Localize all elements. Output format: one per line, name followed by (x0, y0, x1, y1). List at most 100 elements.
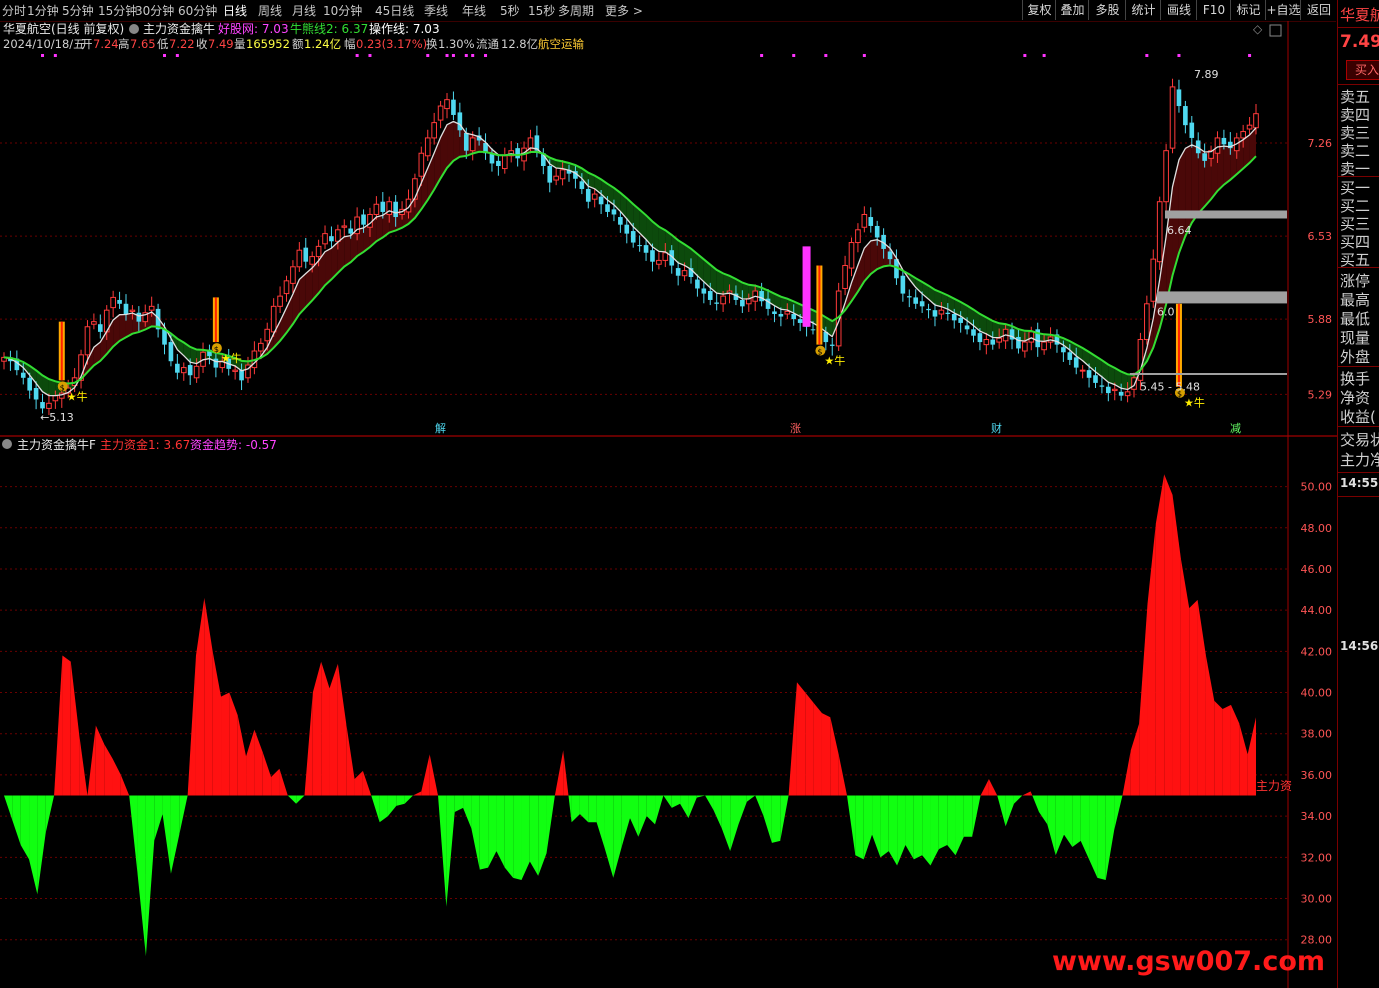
flow-segment (112, 758, 121, 796)
flow-segment (755, 795, 764, 817)
candle-body (424, 137, 431, 157)
candle-body (175, 363, 180, 373)
level-a-label: 6.64 (1167, 224, 1192, 237)
sub-tick: 32.00 (1301, 851, 1333, 864)
flow-segment (1222, 704, 1231, 796)
bull-signal-label: ★牛 (1184, 396, 1205, 410)
flow-segment (771, 795, 781, 843)
czx-label: 操作线: 7.03 (369, 21, 440, 36)
flow-segment (738, 795, 747, 825)
signal-dot (175, 54, 179, 57)
flow-segment (630, 795, 639, 837)
candle-body (329, 236, 334, 242)
flow-segment (763, 795, 772, 843)
flow-segment (1197, 599, 1206, 796)
flow-segment (663, 795, 672, 808)
flow-segment (1097, 795, 1106, 880)
signal-dot (445, 54, 449, 57)
flow-segment (438, 795, 447, 907)
flow-segment (938, 795, 948, 850)
flow-segment (655, 795, 664, 825)
ohlc-amt: 1.24亿 (304, 37, 341, 51)
flow-segment (70, 661, 80, 796)
buy-button[interactable]: 买入 (1346, 60, 1379, 80)
candle-body (180, 367, 187, 374)
candle-body (527, 137, 534, 149)
candle-body (258, 342, 264, 352)
candle-body (232, 369, 238, 372)
sub-settings-icon[interactable] (2, 439, 12, 449)
event-marker: 减 (1230, 422, 1241, 435)
candle-body (983, 339, 990, 346)
ribbon-segment (1223, 146, 1231, 185)
candle-body (1253, 113, 1259, 129)
candle-body (1086, 370, 1092, 378)
candle-body (1214, 137, 1221, 154)
flow-segment (1114, 795, 1123, 831)
flow-segment (1022, 791, 1031, 796)
ohlc-low-label: 低 (157, 37, 169, 51)
sector-link[interactable]: 航空运输 (538, 37, 584, 51)
flow-segment (170, 795, 180, 874)
flow-segment (988, 779, 998, 796)
flow-segment (1055, 795, 1065, 856)
maximize-icon[interactable] (1269, 24, 1282, 37)
signal-dot (1042, 54, 1046, 57)
indicator-settings-icon[interactable] (129, 24, 139, 34)
flow-segment (568, 795, 572, 823)
signal-dot (862, 54, 866, 57)
rp-stats-row: 现量 (1340, 329, 1371, 347)
flow-segment (746, 795, 756, 802)
flow-segment (721, 795, 731, 852)
signal-dot (163, 54, 167, 57)
candle-body (1124, 391, 1131, 397)
signal-dot (484, 54, 488, 57)
candle-body (270, 305, 277, 333)
candle-body (707, 291, 713, 300)
candle-body (91, 321, 97, 325)
flow-segment (1072, 795, 1081, 848)
flow-segment (638, 795, 647, 837)
ohlc-row: 2024/10/18/五 开 7.24 高 7.65 低 7.22 收 7.49… (3, 37, 584, 51)
candle-body (162, 329, 167, 345)
quote-panel: 华夏航 7.49 买入 卖五卖四卖三卖二卖一 买一买二买三买四买五 涨停最高最低… (1337, 0, 1379, 988)
flow-segment (1230, 704, 1240, 796)
candle-body (1111, 388, 1118, 392)
flow-segment (1038, 795, 1048, 825)
low-label: ←5.13 (40, 411, 74, 424)
candle-body (148, 305, 155, 311)
diamond-icon[interactable]: ◇ (1253, 22, 1263, 36)
candle-body (46, 402, 52, 409)
flow-segment (796, 682, 806, 796)
ohlc-float: 12.8亿 (501, 37, 538, 51)
candle-body (919, 301, 925, 307)
flow-segment (396, 795, 405, 806)
candle-body (656, 259, 662, 265)
flow-segment (596, 795, 605, 850)
candle-body (496, 160, 501, 166)
candle-body (40, 402, 45, 409)
indicator-name: 主力资金擒牛 (143, 21, 215, 36)
ohlc-amt-label: 额 (292, 37, 304, 51)
flow-segment (696, 795, 706, 798)
flow-segment (821, 713, 831, 796)
flow-segment (412, 791, 422, 796)
signal-dot (792, 54, 796, 57)
tick-time-2: 14:56 (1340, 639, 1379, 653)
flow-segment (980, 779, 989, 796)
flow-segment (379, 795, 388, 823)
candle-body (926, 308, 931, 311)
candle-body (348, 228, 354, 234)
flow-segment (604, 795, 614, 878)
coin-glyph: $ (60, 383, 65, 392)
candle-body (791, 314, 797, 320)
flow-segment (237, 715, 247, 796)
flow-segment (1013, 795, 1023, 804)
flow-segment (521, 795, 530, 880)
candle-body (373, 203, 380, 215)
candle-body (296, 249, 303, 268)
event-marker: 解 (435, 421, 446, 435)
coin-glyph: $ (214, 345, 219, 354)
flow-segment (145, 795, 155, 957)
candle-body (913, 297, 919, 304)
